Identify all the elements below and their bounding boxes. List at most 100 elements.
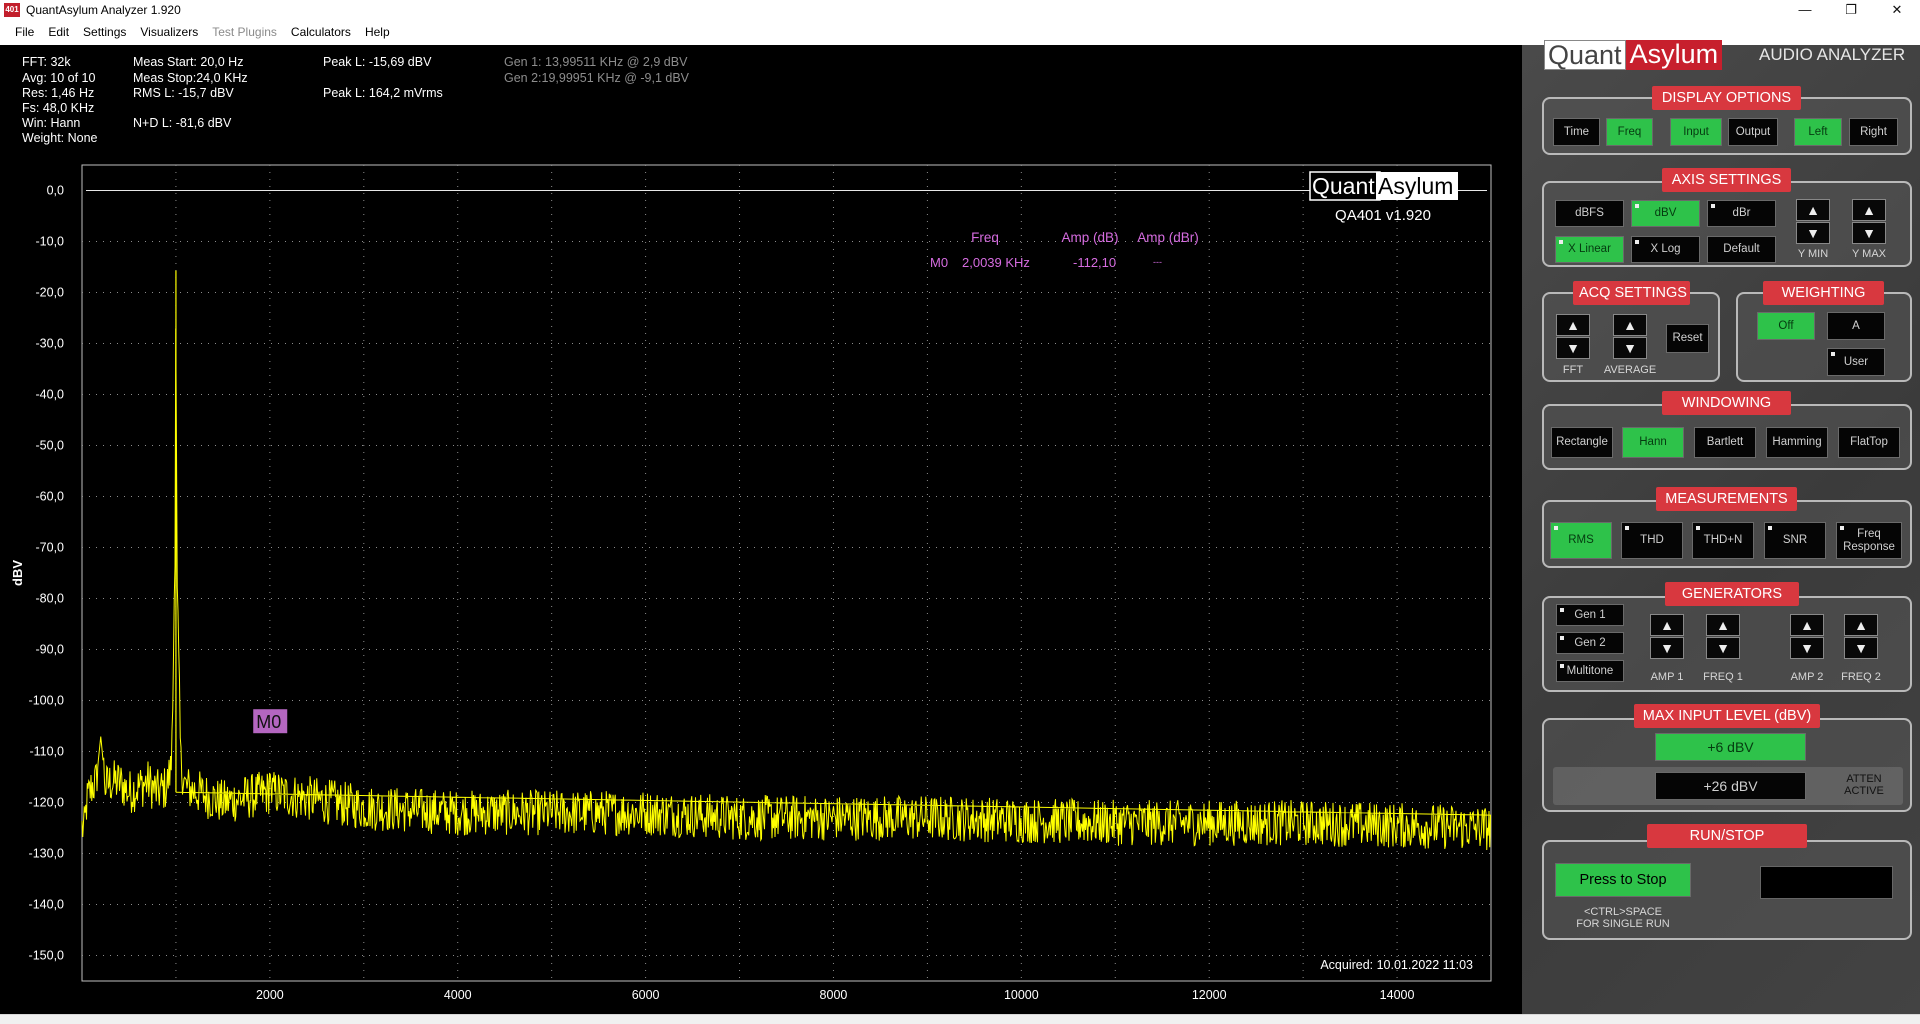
display-options-header: DISPLAY OPTIONS [1652, 86, 1801, 110]
freq1-down-button[interactable]: ▼ [1706, 637, 1740, 659]
window-controls: — ❐ ✕ [1782, 0, 1920, 20]
freq2-down-button[interactable]: ▼ [1844, 637, 1878, 659]
amp1-up-button[interactable]: ▲ [1650, 614, 1684, 636]
weighting-user-button[interactable]: User [1827, 348, 1885, 376]
dbv-button[interactable]: dBV [1631, 200, 1700, 227]
reset-button[interactable]: Reset [1666, 324, 1709, 353]
y-tick-label: -80,0 [36, 592, 65, 606]
restore-button[interactable]: ❐ [1828, 0, 1874, 20]
spectrum-chart[interactable]: 0,0 -10,0 -20,0 -30,0 -40,0 -50,0 -60,0 -70,0 -8… [0, 45, 1522, 1014]
fft-up-button[interactable]: ▲ [1556, 314, 1590, 336]
plot-logo-asylum: Asylum [1378, 173, 1453, 199]
x-tick-label: 10000 [1004, 988, 1039, 1002]
axis-settings-header: AXIS SETTINGS [1662, 168, 1791, 192]
amp1-down-button[interactable]: ▼ [1650, 637, 1684, 659]
window-bartlett-button[interactable]: Bartlett [1694, 427, 1756, 458]
atten-active-label: ATTEN ACTIVE [1838, 773, 1890, 797]
gen2-led [1560, 636, 1564, 640]
plot-frame [81, 164, 1492, 982]
x-tick-label: 4000 [444, 988, 472, 1002]
run-status-display [1760, 866, 1893, 899]
gen2-label: Gen 2 [1574, 636, 1606, 649]
gen1-label: Gen 1 [1574, 608, 1606, 621]
freq2-up-button[interactable]: ▲ [1844, 614, 1878, 636]
right-channel-button[interactable]: Right [1849, 118, 1898, 146]
x-log-button[interactable]: X Log [1631, 236, 1700, 263]
meas-snr-button[interactable]: SNR [1764, 522, 1826, 559]
meas-thd-led [1625, 526, 1629, 530]
y-max-label: Y MAX [1851, 248, 1887, 260]
gen2-button[interactable]: Gen 2 [1556, 632, 1624, 654]
press-to-stop-button[interactable]: Press to Stop [1555, 863, 1691, 897]
y-tick-label: -40,0 [36, 388, 65, 402]
y-tick-label: -70,0 [36, 541, 65, 555]
fft-down-button[interactable]: ▼ [1556, 337, 1590, 359]
measurements-header: MEASUREMENTS [1656, 487, 1797, 511]
acq-settings-header: ACQ SETTINGS [1573, 281, 1690, 305]
y-tick-label: -20,0 [36, 286, 65, 300]
minimize-button[interactable]: — [1782, 0, 1828, 20]
dbfs-button[interactable]: dBFS [1555, 200, 1624, 227]
y-max-down-button[interactable]: ▼ [1852, 222, 1886, 244]
panel-logo: Quant Asylum [1544, 40, 1723, 70]
y-tick-label: -90,0 [36, 643, 65, 657]
menu-calculators[interactable]: Calculators [284, 20, 358, 45]
meas-rms-button[interactable]: RMS [1550, 522, 1612, 559]
menu-test-plugins[interactable]: Test Plugins [205, 20, 284, 45]
weighting-off-button[interactable]: Off [1757, 312, 1815, 340]
windowing-header: WINDOWING [1662, 391, 1791, 415]
x-tick-label: 14000 [1380, 988, 1415, 1002]
window-rectangle-button[interactable]: Rectangle [1551, 427, 1613, 458]
menu-visualizers[interactable]: Visualizers [133, 20, 205, 45]
max-input-plus26-button[interactable]: +26 dBV [1655, 772, 1806, 800]
y-tick-label: -150,0 [29, 949, 64, 963]
y-min-down-button[interactable]: ▼ [1796, 222, 1830, 244]
amp2-up-button[interactable]: ▲ [1790, 614, 1824, 636]
atten-label-2: ACTIVE [1844, 785, 1884, 797]
gen1-button[interactable]: Gen 1 [1556, 604, 1624, 626]
dbv-led [1635, 204, 1639, 208]
y-min-up-button[interactable]: ▲ [1796, 199, 1830, 221]
window-flattop-button[interactable]: FlatTop [1838, 427, 1900, 458]
window-hamming-button[interactable]: Hamming [1766, 427, 1828, 458]
meas-freq-response-button[interactable]: Freq Response [1836, 522, 1902, 559]
axis-default-button[interactable]: Default [1707, 236, 1776, 263]
menu-help[interactable]: Help [358, 20, 397, 45]
meas-snr-label: SNR [1782, 534, 1808, 546]
marker-row-name: M0 [930, 255, 948, 270]
meas-thdn-button[interactable]: THD+N [1692, 522, 1754, 559]
multitone-button[interactable]: Multitone [1556, 660, 1624, 682]
x-tick-label: 12000 [1192, 988, 1227, 1002]
x-log-label: X Log [1650, 243, 1681, 255]
freq-button[interactable]: Freq [1606, 118, 1653, 146]
average-up-button[interactable]: ▲ [1613, 314, 1647, 336]
average-down-button[interactable]: ▼ [1613, 337, 1647, 359]
meas-freq-response-label-1: Freq [1857, 527, 1881, 540]
left-channel-button[interactable]: Left [1794, 118, 1842, 146]
menu-settings[interactable]: Settings [76, 20, 133, 45]
menu-edit[interactable]: Edit [41, 20, 76, 45]
window-hann-button[interactable]: Hann [1622, 427, 1684, 458]
acquired-timestamp: Acquired: 10.01.2022 11:03 [1320, 958, 1473, 972]
y-tick-label: -140,0 [29, 898, 64, 912]
panel-logo-asylum: Asylum [1625, 40, 1723, 70]
meas-thd-button[interactable]: THD [1621, 522, 1683, 559]
meas-rms-label: RMS [1568, 534, 1594, 546]
amp2-down-button[interactable]: ▼ [1790, 637, 1824, 659]
weighting-a-button[interactable]: A [1827, 312, 1885, 340]
multitone-led [1560, 664, 1564, 668]
freq1-up-button[interactable]: ▲ [1706, 614, 1740, 636]
y-tick-label: -10,0 [36, 235, 65, 249]
max-input-plus6-button[interactable]: +6 dBV [1655, 733, 1806, 761]
y-max-up-button[interactable]: ▲ [1852, 199, 1886, 221]
dbr-button[interactable]: dBr [1707, 200, 1776, 227]
close-button[interactable]: ✕ [1874, 0, 1920, 20]
y-tick-label: 0,0 [47, 184, 64, 198]
input-button[interactable]: Input [1670, 118, 1722, 146]
menu-file[interactable]: File [8, 20, 41, 45]
marker-header-amp-db: Amp (dB) [1061, 230, 1118, 245]
output-button[interactable]: Output [1728, 118, 1778, 146]
x-linear-button[interactable]: X Linear [1555, 236, 1624, 263]
freq2-label: FREQ 2 [1841, 671, 1881, 683]
time-button[interactable]: Time [1553, 118, 1600, 146]
